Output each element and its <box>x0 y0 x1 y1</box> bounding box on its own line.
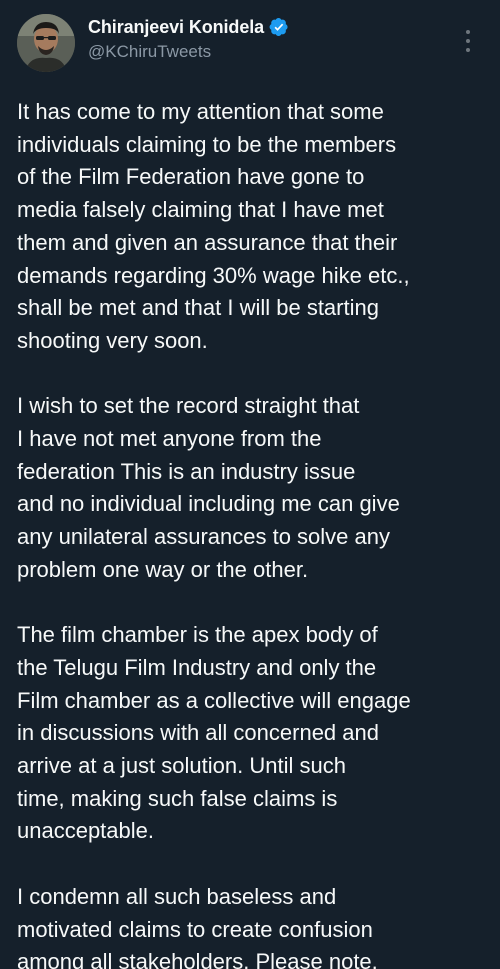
tweet-paragraph: I condemn all such baseless and motivate… <box>17 883 378 969</box>
more-dot <box>466 39 470 43</box>
tweet-text: It has come to my attention that some in… <box>17 96 484 969</box>
more-dot <box>466 48 470 52</box>
tweet-card: Chiranjeevi Konidela @KChiruTweets It ha… <box>0 0 500 969</box>
verified-badge-icon <box>269 17 289 37</box>
avatar-image <box>17 14 75 72</box>
author-display-name[interactable]: Chiranjeevi Konidela <box>88 17 264 38</box>
tweet-paragraph: The film chamber is the apex body of the… <box>17 622 411 844</box>
more-vertical-icon[interactable] <box>458 30 478 52</box>
author-handle[interactable]: @KChiruTweets <box>88 42 289 62</box>
name-row: Chiranjeevi Konidela <box>88 15 289 39</box>
more-dot <box>466 30 470 34</box>
tweet-paragraph: It has come to my attention that some in… <box>17 99 410 353</box>
tweet-header: Chiranjeevi Konidela @KChiruTweets <box>17 12 484 86</box>
author-avatar[interactable] <box>17 14 75 72</box>
tweet-paragraph: I wish to set the record straight that I… <box>17 393 400 582</box>
author-names: Chiranjeevi Konidela @KChiruTweets <box>88 15 289 62</box>
